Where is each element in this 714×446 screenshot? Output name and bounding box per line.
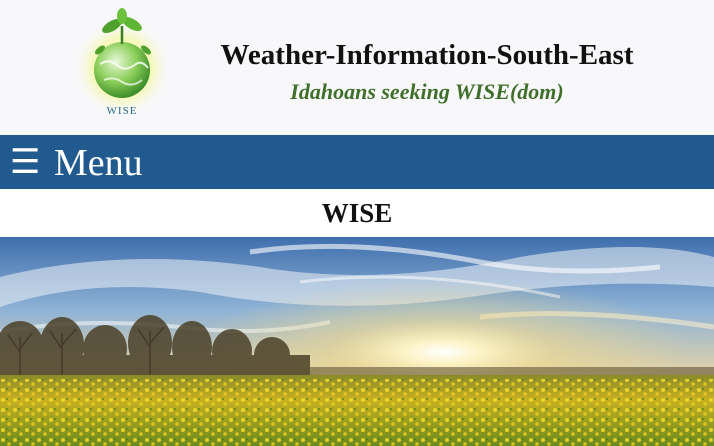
page-title: WISE [321, 198, 393, 228]
hamburger-icon[interactable]: ☰ [10, 145, 40, 179]
wise-logo[interactable]: WISE [70, 6, 180, 121]
site-header: WISE Weather-Information-South-East Idah… [0, 0, 714, 135]
menu-label[interactable]: Menu [54, 143, 143, 183]
site-title[interactable]: Weather-Information-South-East [190, 38, 664, 72]
logo-text: WISE [107, 105, 138, 117]
menu-button[interactable]: ☰ Menu [0, 135, 714, 189]
site-tagline: Idahoans seeking WISE(dom) [290, 79, 564, 104]
hero-image-sunset-field [0, 237, 714, 446]
page: WISE Weather-Information-South-East Idah… [0, 0, 714, 446]
